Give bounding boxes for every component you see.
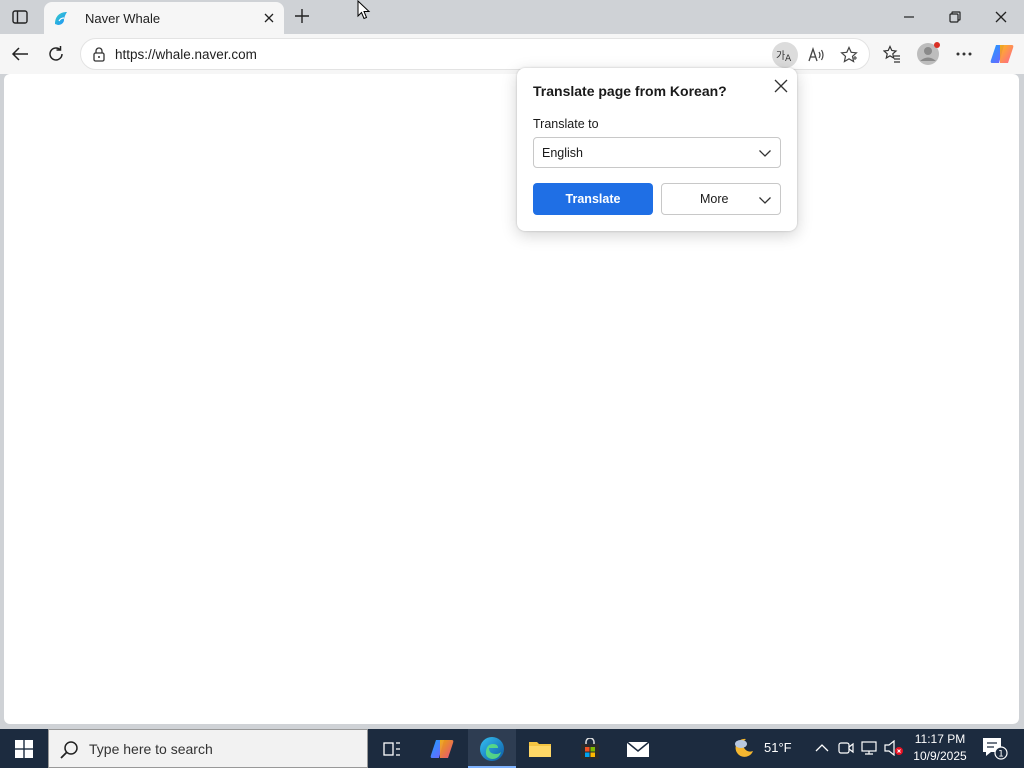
mail-button[interactable] (614, 729, 662, 768)
refresh-icon (49, 46, 63, 61)
edge-icon (480, 736, 504, 761)
close-icon (995, 11, 1007, 23)
read-aloud-icon (808, 47, 824, 62)
plus-icon (295, 9, 309, 23)
address-bar[interactable]: https://whale.naver.com 가 A (80, 38, 870, 70)
notification-center-button[interactable]: 1 (980, 735, 1008, 761)
new-tab-button[interactable] (288, 2, 316, 30)
svg-text:가: 가 (776, 50, 785, 62)
weather-icon[interactable] (732, 736, 756, 760)
notification-icon: 1 (983, 738, 1008, 760)
chevron-up-icon (815, 744, 829, 752)
store-icon (581, 737, 599, 759)
notification-count: 1 (998, 750, 1004, 760)
copilot-button[interactable] (986, 38, 1018, 70)
search-placeholder: Type here to search (89, 741, 213, 757)
translate-popup: Translate page from Korean? Translate to… (517, 68, 797, 231)
popup-close-button[interactable] (769, 74, 793, 98)
show-hidden-icons-button[interactable] (812, 738, 832, 758)
back-button[interactable] (4, 38, 36, 70)
more-button-label: More (700, 192, 729, 206)
favorites-button[interactable] (876, 38, 908, 70)
close-window-button[interactable] (978, 0, 1024, 34)
close-icon (264, 13, 274, 23)
network-icon[interactable] (860, 738, 880, 758)
task-view-button[interactable] (368, 729, 416, 768)
browser-toolbar: https://whale.naver.com 가 A (0, 34, 1024, 74)
settings-more-button[interactable] (948, 38, 980, 70)
edge-taskbar-button[interactable] (468, 729, 516, 768)
store-button[interactable] (566, 729, 614, 768)
meet-now-icon[interactable] (836, 738, 856, 758)
copilot-taskbar-button[interactable] (418, 729, 466, 768)
tab-close-button[interactable] (254, 4, 284, 32)
copilot-icon (990, 45, 1014, 63)
translate-button[interactable]: Translate (533, 183, 653, 215)
translate-button[interactable]: 가 A (772, 42, 798, 68)
minimize-button[interactable] (886, 0, 932, 34)
whale-icon (52, 9, 70, 27)
windows-icon (15, 739, 33, 758)
taskbar-search[interactable]: Type here to search (48, 729, 368, 768)
favorite-button[interactable] (836, 42, 862, 68)
more-dots-icon (956, 52, 972, 56)
tab-actions-button[interactable] (4, 2, 36, 32)
task-view-icon (383, 741, 400, 756)
file-explorer-button[interactable] (516, 729, 564, 768)
clock-time[interactable]: 11:17 PM (912, 732, 968, 746)
url-text: https://whale.naver.com (115, 47, 257, 62)
restore-icon (949, 11, 961, 23)
svg-text:A: A (785, 54, 792, 63)
mail-icon (626, 740, 650, 757)
profile-button[interactable] (912, 38, 944, 70)
close-icon (774, 79, 788, 93)
more-button[interactable]: More (661, 183, 781, 215)
restore-button[interactable] (932, 0, 978, 34)
language-select[interactable]: English (533, 137, 781, 168)
browser-tab[interactable]: Naver Whale (44, 2, 284, 34)
minimize-icon (904, 16, 914, 18)
back-arrow-icon (11, 47, 28, 61)
tab-title: Naver Whale (85, 10, 161, 26)
read-aloud-button[interactable] (804, 42, 830, 68)
selected-language: English (542, 146, 583, 160)
start-button[interactable] (0, 729, 48, 768)
profile-icon (917, 42, 940, 65)
translate-icon: 가 A (776, 50, 792, 63)
translate-to-label: Translate to (533, 117, 599, 131)
volume-muted-icon[interactable] (884, 738, 904, 758)
popup-title: Translate page from Korean? (533, 83, 727, 99)
copilot-icon (430, 739, 454, 758)
search-icon (60, 741, 78, 759)
page-content (4, 74, 1019, 724)
tab-actions-icon (12, 10, 28, 24)
folder-icon (529, 741, 551, 757)
lock-icon[interactable] (91, 46, 107, 62)
weather-temperature[interactable]: 51°F (764, 740, 792, 755)
star-icon (840, 46, 858, 63)
mouse-cursor-icon (357, 0, 371, 20)
refresh-button[interactable] (40, 38, 72, 70)
taskbar: Type here to search 51°F 11:17 PM 10/9/2… (0, 729, 1024, 768)
clock-date[interactable]: 10/9/2025 (910, 749, 970, 763)
chevron-down-icon (759, 197, 771, 204)
chevron-down-icon (759, 150, 771, 157)
favorites-icon (883, 45, 900, 63)
title-bar: Naver Whale (0, 0, 1024, 34)
